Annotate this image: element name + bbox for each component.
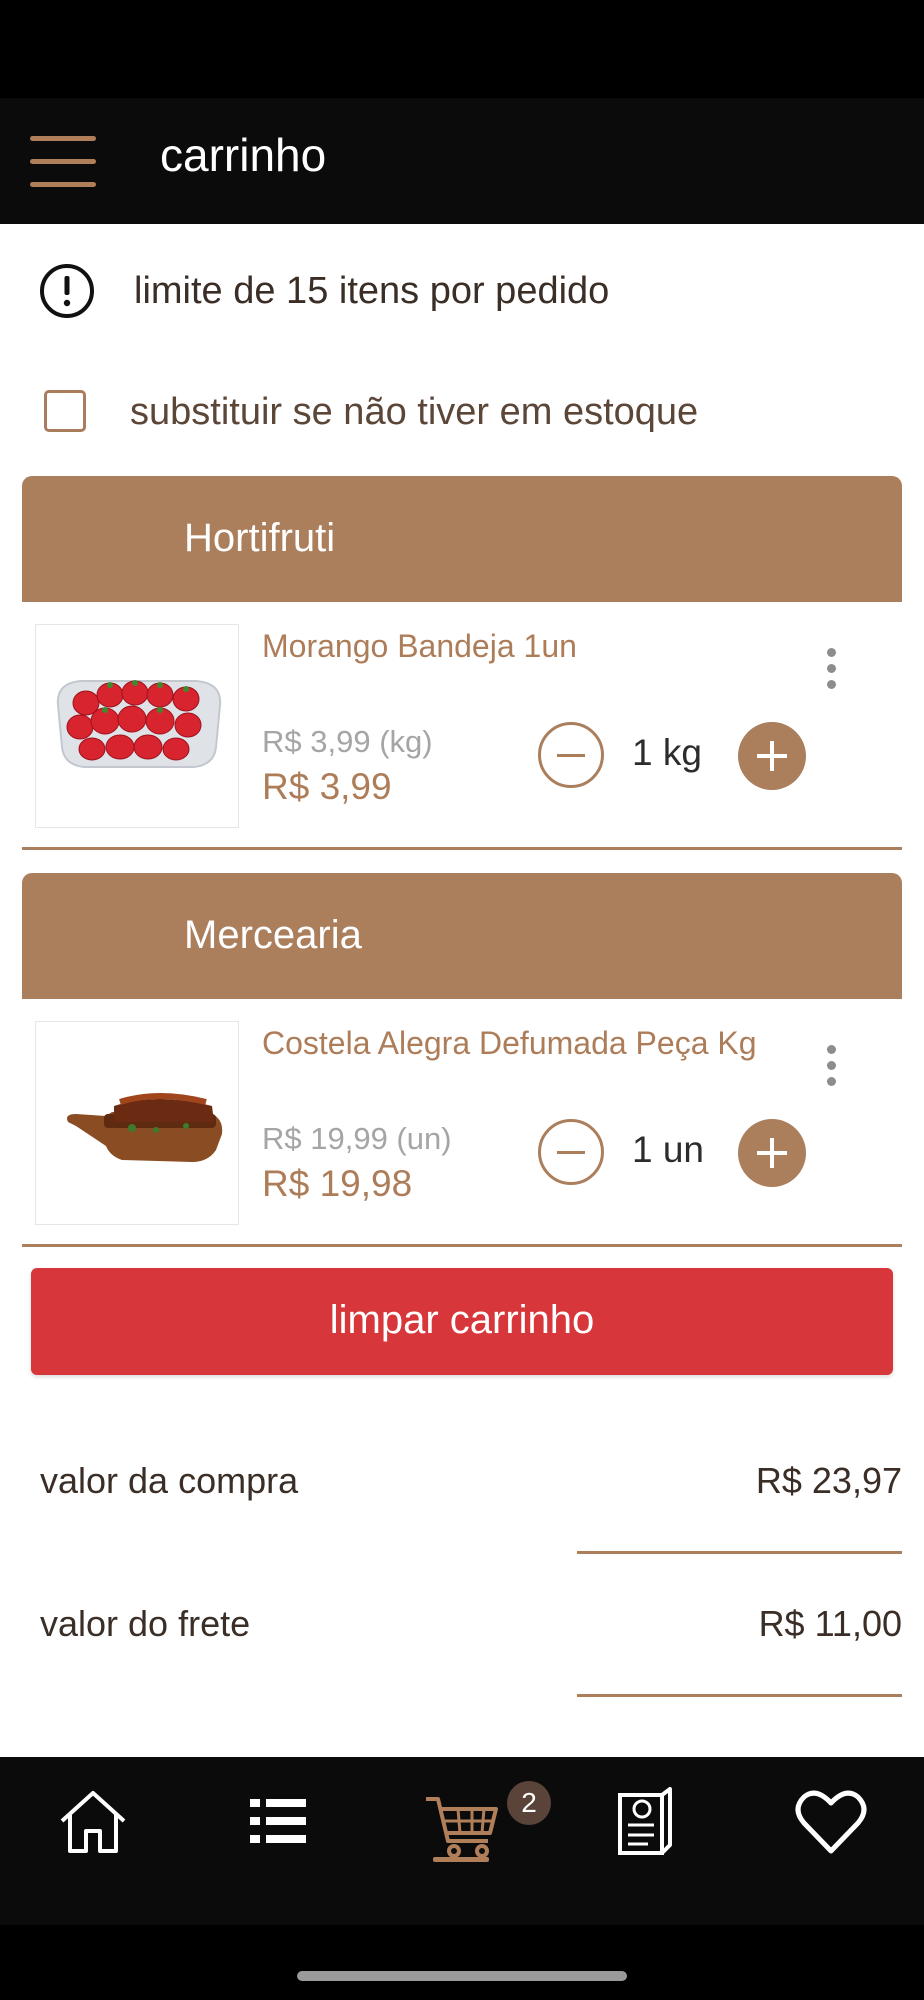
nav-favorites[interactable] (786, 1777, 876, 1877)
home-indicator[interactable] (297, 1971, 627, 1981)
cart-item: Morango Bandeja 1un R$ 3,99 (kg) R$ 3,99… (22, 602, 902, 850)
divider (577, 1551, 902, 1554)
heart-icon (795, 1790, 867, 1854)
more-options-icon (827, 648, 836, 657)
menu-button[interactable] (28, 134, 98, 190)
more-options-icon (827, 664, 836, 673)
category-header-hortifruti: Hortifruti (22, 476, 902, 602)
cart-icon (426, 1797, 498, 1858)
menu-icon (30, 136, 96, 141)
category-header-mercearia: Mercearia (22, 873, 902, 999)
system-navigation-bar (0, 1925, 924, 2000)
alert-icon (40, 264, 94, 318)
clear-cart-label: limpar carrinho (329, 1298, 595, 1342)
item-price: R$ 19,98 (262, 1163, 413, 1204)
unit-price: R$ 19,99 (un) (262, 1121, 452, 1156)
increase-quantity-button[interactable] (738, 722, 806, 790)
clear-cart-button[interactable]: limpar carrinho (31, 1268, 893, 1375)
substitute-label: substituir se não tiver em estoque (130, 391, 699, 433)
status-bar (0, 0, 924, 98)
product-name: Morango Bandeja 1un (262, 628, 577, 664)
product-image-ribs (35, 1021, 239, 1225)
page-title: carrinho (160, 129, 327, 181)
orders-icon (618, 1787, 672, 1855)
substitute-checkbox[interactable] (44, 390, 86, 432)
decrease-quantity-button[interactable] (538, 1119, 604, 1185)
unit-price: R$ 3,99 (kg) (262, 724, 433, 759)
decrease-quantity-button[interactable] (538, 722, 604, 788)
app-header: carrinho (0, 98, 924, 224)
category-title: Mercearia (184, 913, 362, 957)
purchase-total-label: valor da compra (40, 1460, 299, 1501)
shipping-label: valor do frete (40, 1603, 251, 1644)
purchase-total-value: R$ 23,97 (755, 1460, 902, 1501)
increase-quantity-button[interactable] (738, 1119, 806, 1187)
substitute-option[interactable]: substituir se não tiver em estoque (44, 385, 904, 441)
category-title: Hortifruti (184, 516, 336, 560)
nav-orders[interactable] (600, 1777, 690, 1877)
more-options-icon (827, 1061, 836, 1070)
nav-home[interactable] (48, 1777, 138, 1877)
more-options-icon (827, 680, 836, 689)
product-image-strawberries (35, 624, 239, 828)
more-options-button[interactable] (816, 644, 846, 694)
shipping-value: R$ 11,00 (758, 1603, 902, 1644)
more-options-icon (827, 1077, 836, 1086)
menu-icon (30, 182, 96, 187)
purchase-total-row: valor da compra R$ 23,97 (40, 1460, 902, 1520)
cart-item: Costela Alegra Defumada Peça Kg R$ 19,99… (22, 999, 902, 1247)
item-price: R$ 3,99 (262, 766, 392, 807)
home-icon (60, 1791, 126, 1853)
product-name: Costela Alegra Defumada Peça Kg (262, 1025, 757, 1061)
notice-text: limite de 15 itens por pedido (134, 270, 610, 312)
nav-cart[interactable] (416, 1777, 506, 1877)
list-icon (250, 1799, 306, 1843)
active-tab-indicator (433, 1857, 489, 1862)
nav-categories[interactable] (232, 1777, 322, 1877)
shipping-row: valor do frete R$ 11,00 (40, 1603, 902, 1663)
divider (577, 1694, 902, 1697)
bottom-navigation: 2 (0, 1757, 924, 1925)
quantity-value: 1 kg (632, 732, 702, 773)
order-limit-notice: limite de 15 itens por pedido (38, 258, 898, 328)
more-options-icon (827, 1045, 836, 1054)
cart-count-badge: 2 (507, 1781, 551, 1825)
quantity-value: 1 un (632, 1129, 705, 1170)
menu-icon (30, 159, 96, 164)
more-options-button[interactable] (816, 1041, 846, 1091)
